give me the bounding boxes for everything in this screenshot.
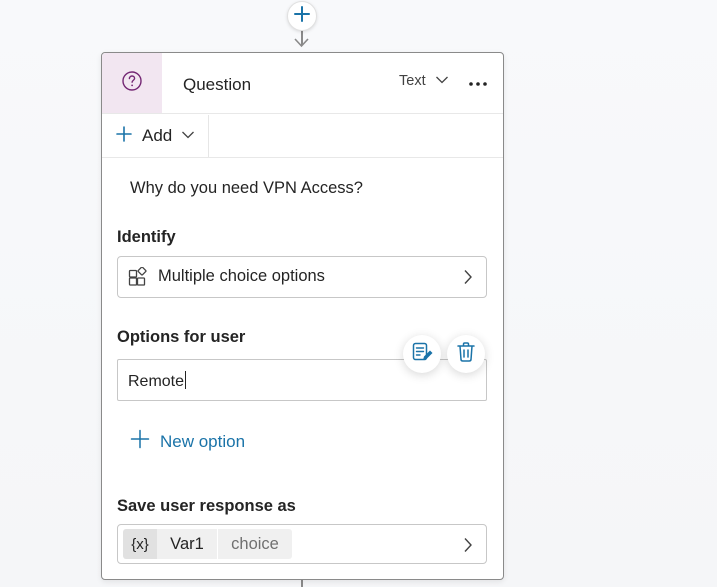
plus-icon (293, 5, 311, 28)
variable-icon: {x} (123, 529, 157, 559)
chevron-down-icon (181, 127, 195, 145)
plus-icon (130, 429, 150, 454)
question-message[interactable]: Why do you need VPN Access? (130, 179, 363, 198)
add-button-label: Add (142, 126, 173, 145)
question-card[interactable]: Question Text Add Why do you need VPN Ac… (101, 52, 504, 580)
new-option-button[interactable]: New option (130, 429, 245, 454)
plus-icon (116, 125, 132, 147)
options-label: Options for user (117, 328, 246, 346)
chevron-right-icon (463, 537, 473, 558)
add-node-button[interactable] (287, 1, 317, 31)
response-type-label: Text (399, 73, 426, 89)
trash-icon (456, 341, 476, 368)
question-icon-tile (102, 53, 162, 113)
identify-selector[interactable]: Multiple choice options (117, 256, 487, 298)
card-title: Question (183, 75, 252, 94)
option-value: Remote (128, 371, 187, 390)
new-option-label: New option (160, 431, 246, 451)
edit-option-button[interactable] (403, 335, 441, 373)
identify-value: Multiple choice options (158, 267, 325, 285)
chevron-right-icon (463, 269, 473, 290)
variable-selector[interactable]: {x} Var1 choice (117, 524, 487, 564)
question-circle-icon (121, 70, 143, 97)
chevron-down-icon (435, 73, 449, 89)
variable-type: choice (218, 529, 292, 559)
header-divider (102, 113, 503, 114)
save-response-label: Save user response as (117, 497, 296, 515)
toolbar-divider (102, 157, 503, 158)
add-button[interactable]: Add (102, 115, 209, 157)
edit-note-icon (411, 341, 433, 368)
more-horizontal-icon (468, 74, 488, 92)
card-header: Question Text (102, 53, 503, 113)
grid-shapes-icon (128, 266, 148, 292)
delete-option-button[interactable] (447, 335, 485, 373)
identify-label: Identify (117, 228, 176, 246)
response-type-dropdown[interactable]: Text (399, 73, 449, 89)
text-caret (185, 371, 187, 389)
variable-name: Var1 (157, 529, 217, 559)
more-options-button[interactable] (466, 71, 490, 95)
